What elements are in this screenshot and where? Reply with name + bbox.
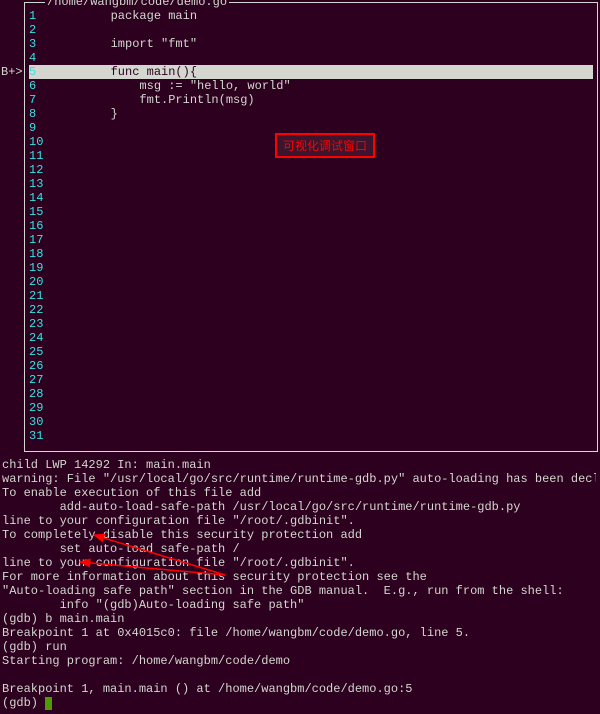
line-number: 8 — [29, 107, 53, 121]
source-line[interactable]: 23 — [29, 317, 593, 331]
console-line: warning: File "/usr/local/go/src/runtime… — [2, 472, 596, 486]
code-text: } — [53, 107, 118, 121]
console-line: "Auto-loading safe path" section in the … — [2, 584, 596, 598]
source-line[interactable]: 3 import "fmt" — [29, 37, 593, 51]
console-line: line to your configuration file "/root/.… — [2, 514, 596, 528]
source-line[interactable]: 8 } — [29, 107, 593, 121]
gutter: B+> — [1, 3, 25, 451]
code-text: msg := "hello, world" — [53, 79, 291, 93]
line-number: 28 — [29, 387, 53, 401]
line-number: 21 — [29, 289, 53, 303]
code-text: import "fmt" — [53, 37, 197, 51]
source-line[interactable]: 18 — [29, 247, 593, 261]
line-number: 31 — [29, 429, 53, 443]
console-line: info "(gdb)Auto-loading safe path" — [2, 598, 596, 612]
source-line[interactable]: 31 — [29, 429, 593, 443]
console-line: To enable execution of this file add — [2, 486, 596, 500]
line-number: 12 — [29, 163, 53, 177]
console-line: Breakpoint 1 at 0x4015c0: file /home/wan… — [2, 626, 596, 640]
console-line — [2, 668, 596, 682]
line-number: 14 — [29, 191, 53, 205]
source-line[interactable]: 22 — [29, 303, 593, 317]
line-number: 3 — [29, 37, 53, 51]
console-line: child LWP 14292 In: main.main — [2, 458, 596, 472]
line-number: 25 — [29, 345, 53, 359]
cursor — [45, 697, 52, 710]
source-line[interactable]: 15 — [29, 205, 593, 219]
source-line[interactable]: 21 — [29, 289, 593, 303]
source-line[interactable]: 28 — [29, 387, 593, 401]
source-line[interactable]: 19 — [29, 261, 593, 275]
line-number: 23 — [29, 317, 53, 331]
line-number: 29 — [29, 401, 53, 415]
console-line: Breakpoint 1, main.main () at /home/wang… — [2, 682, 596, 696]
line-number: 20 — [29, 275, 53, 289]
line-number: 6 — [29, 79, 53, 93]
source-line[interactable]: 27 — [29, 373, 593, 387]
source-line[interactable]: 20 — [29, 275, 593, 289]
source-line[interactable]: 5 func main(){ — [29, 65, 593, 79]
source-line[interactable]: 16 — [29, 219, 593, 233]
source-line[interactable]: 7 fmt.Println(msg) — [29, 93, 593, 107]
console-line: For more information about this security… — [2, 570, 596, 584]
code-text: package main — [53, 9, 197, 23]
source-line[interactable]: 14 — [29, 191, 593, 205]
line-number: 9 — [29, 121, 53, 135]
line-number: 17 — [29, 233, 53, 247]
console-line: To completely disable this security prot… — [2, 528, 596, 542]
source-line[interactable]: 13 — [29, 177, 593, 191]
source-line[interactable]: 6 msg := "hello, world" — [29, 79, 593, 93]
line-number: 19 — [29, 261, 53, 275]
source-window: B+> /home/wangbm/code/demo.go 1 package … — [24, 2, 598, 452]
breakpoint-marker: B+> — [1, 65, 23, 79]
line-number: 10 — [29, 135, 53, 149]
source-line[interactable]: 24 — [29, 331, 593, 345]
line-number: 7 — [29, 93, 53, 107]
line-number: 26 — [29, 359, 53, 373]
console-line: add-auto-load-safe-path /usr/local/go/sr… — [2, 500, 596, 514]
line-number: 5 — [29, 65, 53, 79]
source-line[interactable]: 2 — [29, 23, 593, 37]
console-line: (gdb) run — [2, 640, 596, 654]
line-number: 1 — [29, 9, 53, 23]
code-text: func main(){ — [53, 65, 197, 79]
line-number: 2 — [29, 23, 53, 37]
code-text: fmt.Println(msg) — [53, 93, 255, 107]
line-number: 13 — [29, 177, 53, 191]
source-content[interactable]: 1 package main23 import "fmt"45 func mai… — [25, 3, 597, 449]
line-number: 27 — [29, 373, 53, 387]
console-line: Starting program: /home/wangbm/code/demo — [2, 654, 596, 668]
line-number: 11 — [29, 149, 53, 163]
source-line[interactable]: 17 — [29, 233, 593, 247]
annotation-label: 可视化调试窗口 — [275, 133, 375, 158]
source-title: /home/wangbm/code/demo.go — [45, 0, 229, 9]
console-line: (gdb) — [2, 696, 596, 710]
line-number: 15 — [29, 205, 53, 219]
source-line[interactable]: 12 — [29, 163, 593, 177]
source-line[interactable]: 4 — [29, 51, 593, 65]
line-number: 4 — [29, 51, 53, 65]
line-number: 22 — [29, 303, 53, 317]
console-line: set auto-load safe-path / — [2, 542, 596, 556]
source-line[interactable]: 29 — [29, 401, 593, 415]
gdb-console[interactable]: child LWP 14292 In: main.mainwarning: Fi… — [0, 454, 600, 714]
source-line[interactable]: 30 — [29, 415, 593, 429]
source-line[interactable]: 25 — [29, 345, 593, 359]
line-number: 30 — [29, 415, 53, 429]
source-line[interactable]: 1 package main — [29, 9, 593, 23]
console-line: line to your configuration file "/root/.… — [2, 556, 596, 570]
line-number: 24 — [29, 331, 53, 345]
line-number: 18 — [29, 247, 53, 261]
line-number: 16 — [29, 219, 53, 233]
source-line[interactable]: 26 — [29, 359, 593, 373]
